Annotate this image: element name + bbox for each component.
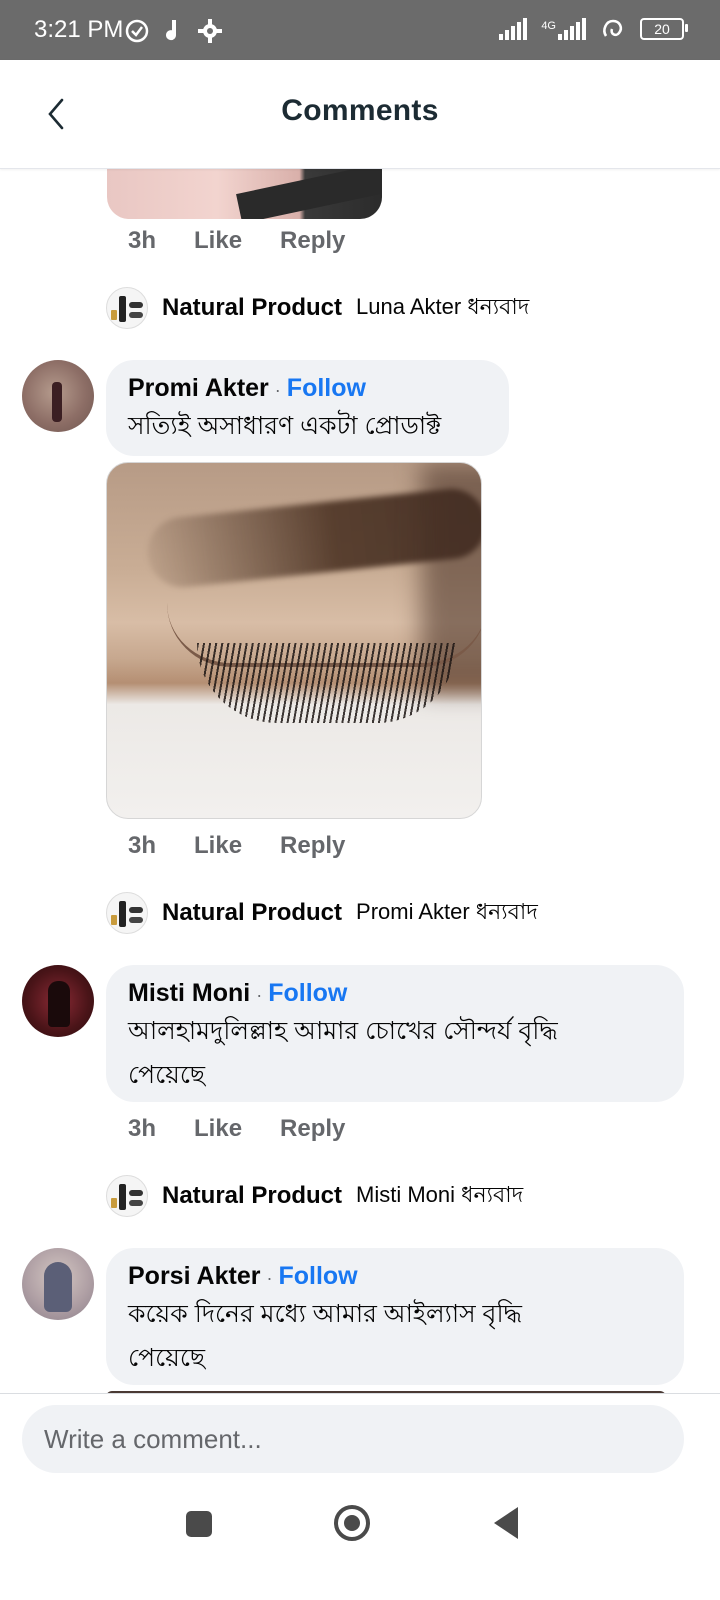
do-not-disturb-icon (125, 19, 149, 43)
page-reply[interactable]: Natural Product Misti Moni ধন্যবাদ (106, 1175, 523, 1217)
comment-author[interactable]: Misti Moni (128, 979, 250, 1008)
network-type-label: 4G (541, 20, 556, 32)
comment-composer: Write a comment... (0, 1393, 720, 1494)
comment-input-placeholder: Write a comment... (44, 1423, 262, 1454)
reply-button[interactable]: Reply (280, 832, 345, 860)
page-avatar[interactable] (106, 892, 148, 934)
comment-text-line: কয়েক দিনের মধ্যে আমার আইল্যাস বৃদ্ধি (128, 1300, 522, 1328)
signal-4g-icon: 4G (541, 18, 586, 40)
comment-bubble[interactable]: Misti Moni · Follow আলহামদুলিল্লাহ আমার … (106, 965, 684, 1102)
recent-apps-button[interactable] (186, 1511, 212, 1537)
comment-photo[interactable] (107, 169, 382, 219)
comment-text-line: পেয়েছে (128, 1061, 206, 1089)
comment-text: সত্যিই অসাধারণ একটা প্রোডাক্ট (128, 412, 442, 440)
comment-bubble[interactable]: Porsi Akter · Follow কয়েক দিনের মধ্যে আ… (106, 1248, 684, 1385)
system-nav-bar (0, 1493, 720, 1600)
reply-text: Promi Akter ধন্যবাদ (356, 898, 538, 924)
follow-button[interactable]: Follow (278, 1262, 357, 1291)
battery-icon: 20 (640, 18, 688, 40)
reply-button[interactable]: Reply (280, 1115, 345, 1143)
signal-strength-icon (499, 18, 528, 40)
status-time: 3:21 PM (34, 16, 124, 43)
page-avatar[interactable] (106, 287, 148, 329)
reply-text: Luna Akter ধন্যবাদ (356, 293, 530, 319)
comment-text-line: পেয়েছে (128, 1344, 206, 1372)
comment-actions: 3h Like Reply (128, 227, 345, 255)
avatar[interactable] (22, 1248, 94, 1320)
reply-author[interactable]: Natural Product (162, 1182, 342, 1210)
comments-list[interactable]: 3h Like Reply Natural Product Luna Akter… (0, 169, 720, 1419)
settings-gear-icon (198, 19, 222, 43)
battery-level: 20 (654, 21, 670, 37)
comment-text-line: আলহামদুলিল্লাহ আমার চোখের সৌন্দর্য বৃদ্ধ… (128, 1017, 558, 1045)
avatar[interactable] (22, 965, 94, 1037)
status-system-icons: 4G 20 (499, 16, 688, 42)
comments-header: Comments (0, 60, 720, 169)
comment-bubble[interactable]: Promi Akter · Follow সত্যিই অসাধারণ একটা… (106, 360, 509, 456)
follow-button[interactable]: Follow (287, 374, 366, 403)
page-reply[interactable]: Natural Product Luna Akter ধন্যবাদ (106, 287, 529, 329)
comment-time: 3h (128, 1115, 157, 1142)
music-note-icon (166, 20, 177, 41)
comment-author[interactable]: Promi Akter (128, 374, 269, 403)
avatar[interactable] (22, 360, 94, 432)
page-title: Comments (281, 94, 439, 127)
comment-actions: 3h Like Reply (128, 832, 345, 860)
follow-button[interactable]: Follow (268, 979, 347, 1008)
reply-author[interactable]: Natural Product (162, 294, 342, 322)
status-notification-icons (124, 18, 222, 44)
comment-time: 3h (128, 227, 157, 254)
comment-photo[interactable] (106, 462, 482, 819)
comment-author[interactable]: Porsi Akter (128, 1262, 260, 1291)
comment-input[interactable]: Write a comment... (22, 1405, 684, 1473)
reply-button[interactable]: Reply (280, 227, 345, 255)
reply-author[interactable]: Natural Product (162, 899, 342, 927)
comment-time: 3h (128, 832, 157, 859)
like-button[interactable]: Like (194, 832, 242, 860)
page-avatar[interactable] (106, 1175, 148, 1217)
home-button[interactable] (334, 1505, 370, 1541)
status-bar: 3:21 PM 4G 20 (0, 0, 720, 60)
reply-text: Misti Moni ধন্যবাদ (356, 1181, 524, 1207)
like-button[interactable]: Like (194, 1115, 242, 1143)
page-reply[interactable]: Natural Product Promi Akter ধন্যবাদ (106, 892, 538, 934)
comment-actions: 3h Like Reply (128, 1115, 345, 1143)
back-button[interactable] (494, 1507, 518, 1539)
data-saver-icon (603, 19, 623, 37)
like-button[interactable]: Like (194, 227, 242, 255)
